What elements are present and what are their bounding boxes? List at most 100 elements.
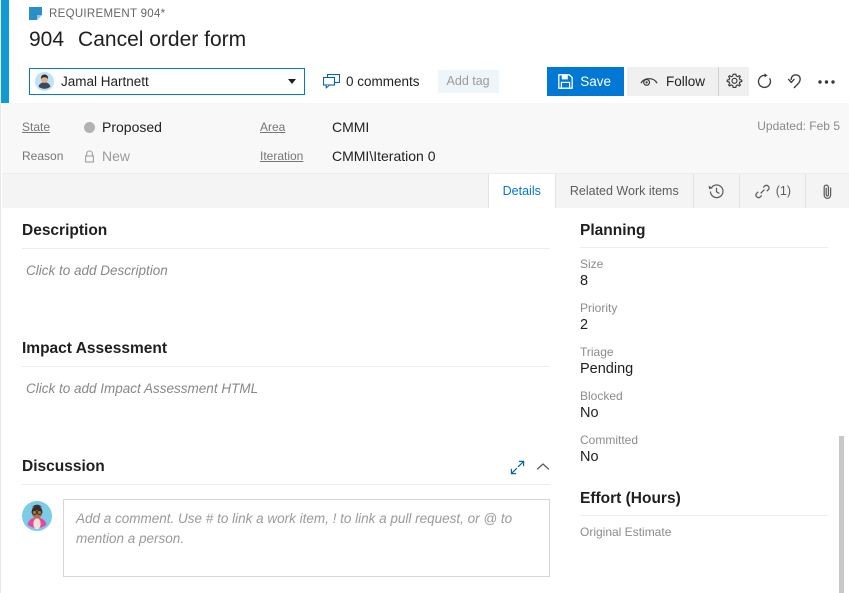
effort-field-original-estimate: Original Estimate	[580, 525, 828, 539]
chevron-down-icon[interactable]	[288, 79, 296, 84]
description-heading-label: Description	[22, 222, 107, 240]
eye-icon	[640, 75, 658, 88]
size-value[interactable]: 8	[580, 273, 828, 289]
tab-related-work-items[interactable]: Related Work items	[556, 174, 694, 208]
spacer-planning-effort	[580, 477, 828, 490]
work-item-body: Description Click to add Description Imp…	[2, 208, 849, 593]
discussion-heading: Discussion	[22, 458, 550, 476]
spacer-description	[22, 278, 550, 340]
tab-attachments[interactable]	[806, 174, 849, 208]
work-item-tabs: Details Related Work items	[2, 174, 849, 208]
comment-input[interactable]: Add a comment. Use # to link a work item…	[63, 499, 550, 577]
undo-button[interactable]	[780, 67, 811, 96]
planning-heading: Planning	[580, 222, 828, 240]
comment-composer-row: Add a comment. Use # to link a work item…	[22, 485, 550, 577]
updated-timestamp: Updated: Feb 5	[757, 119, 840, 133]
more-actions-button[interactable]	[811, 67, 842, 96]
priority-label: Priority	[580, 301, 828, 315]
save-label: Save	[580, 74, 611, 89]
paperclip-icon	[820, 183, 835, 200]
links-count: (1)	[776, 184, 791, 198]
tab-links[interactable]: (1)	[740, 174, 806, 208]
state-label: State	[22, 120, 84, 135]
triage-label: Triage	[580, 345, 828, 359]
area-iteration-column: Area CMMI Iteration CMMI\Iteration 0	[260, 115, 435, 168]
planning-field-committed: Committed No	[580, 433, 828, 465]
reason-value: New	[102, 148, 130, 164]
refresh-icon	[756, 73, 773, 90]
reason-label: Reason	[22, 149, 84, 164]
work-item-title[interactable]: Cancel order form	[78, 28, 246, 52]
work-item-type-label: REQUIREMENT 904*	[49, 8, 165, 20]
work-item-form: REQUIREMENT 904* 904 Cancel order form J…	[0, 0, 849, 593]
committed-label: Committed	[580, 433, 828, 447]
tab-history[interactable]	[694, 174, 740, 208]
tab-related-work-items-label: Related Work items	[570, 184, 679, 198]
blocked-label: Blocked	[580, 389, 828, 403]
details-right-pane: Planning Size 8 Priority 2 Triage Pendin…	[568, 208, 849, 593]
chevron-up-icon[interactable]	[536, 462, 550, 472]
undo-icon	[787, 73, 804, 90]
discussion-heading-label: Discussion	[22, 458, 105, 476]
current-user-avatar	[22, 501, 52, 531]
state-value: Proposed	[102, 119, 162, 135]
planning-field-triage: Triage Pending	[580, 345, 828, 377]
comments-count: 0 comments	[346, 74, 420, 89]
impact-assessment-input[interactable]: Click to add Impact Assessment HTML	[22, 367, 550, 396]
comments-icon	[323, 74, 340, 89]
impact-assessment-heading: Impact Assessment	[22, 340, 550, 358]
link-icon	[754, 183, 771, 200]
requirement-icon	[29, 7, 42, 20]
settings-button[interactable]	[718, 67, 749, 96]
work-item-type-accent-bar	[1, 0, 9, 103]
vertical-scrollbar[interactable]	[838, 210, 847, 593]
comments-link[interactable]: 0 comments	[323, 74, 420, 89]
state-field-row[interactable]: State Proposed	[22, 115, 162, 139]
committed-value[interactable]: No	[580, 449, 828, 465]
assignee-name: Jamal Hartnett	[61, 74, 288, 89]
lock-icon	[84, 150, 95, 163]
area-field-row[interactable]: Area CMMI	[260, 115, 435, 139]
planning-field-blocked: Blocked No	[580, 389, 828, 421]
description-input[interactable]: Click to add Description	[22, 249, 550, 278]
assignee-avatar	[35, 72, 54, 91]
work-item-id: 904	[29, 28, 64, 52]
follow-button[interactable]: Follow	[627, 67, 718, 96]
area-value: CMMI	[332, 119, 369, 135]
add-tag-button[interactable]: Add tag	[438, 70, 499, 93]
save-button[interactable]: Save	[547, 67, 624, 96]
original-estimate-label: Original Estimate	[580, 525, 828, 539]
reason-field-row: Reason New	[22, 144, 162, 168]
iteration-field-row[interactable]: Iteration CMMI\Iteration 0	[260, 144, 435, 168]
iteration-label: Iteration	[260, 149, 322, 164]
discussion-controls	[510, 460, 550, 475]
tab-details[interactable]: Details	[488, 174, 556, 208]
refresh-button[interactable]	[749, 67, 780, 96]
follow-label: Follow	[666, 74, 705, 89]
assigned-to-dropdown[interactable]: Jamal Hartnett	[29, 68, 305, 95]
work-item-title-row: 904 Cancel order form	[29, 28, 246, 52]
ellipsis-icon	[817, 78, 836, 85]
state-reason-column: State Proposed Reason New	[22, 115, 162, 168]
impact-assessment-heading-label: Impact Assessment	[22, 340, 167, 358]
effort-heading: Effort (Hours)	[580, 490, 828, 508]
iteration-value: CMMI\Iteration 0	[332, 148, 435, 164]
details-left-pane: Description Click to add Description Imp…	[2, 208, 568, 593]
size-label: Size	[580, 257, 828, 271]
priority-value[interactable]: 2	[580, 317, 828, 333]
work-item-header: REQUIREMENT 904* 904 Cancel order form J…	[9, 0, 849, 103]
history-clock-icon	[708, 183, 725, 200]
spacer-impact	[22, 396, 550, 458]
expand-diagonal-icon[interactable]	[510, 460, 525, 475]
scrollbar-thumb[interactable]	[839, 436, 844, 593]
effort-divider	[580, 515, 828, 516]
state-dot-icon	[84, 122, 95, 133]
planning-field-priority: Priority 2	[580, 301, 828, 333]
triage-value[interactable]: Pending	[580, 361, 828, 377]
work-item-fields-strip: State Proposed Reason New	[2, 103, 849, 174]
save-floppy-icon	[558, 74, 573, 89]
planning-field-size: Size 8	[580, 257, 828, 289]
blocked-value[interactable]: No	[580, 405, 828, 421]
planning-divider	[580, 247, 828, 248]
gear-icon	[726, 73, 743, 90]
